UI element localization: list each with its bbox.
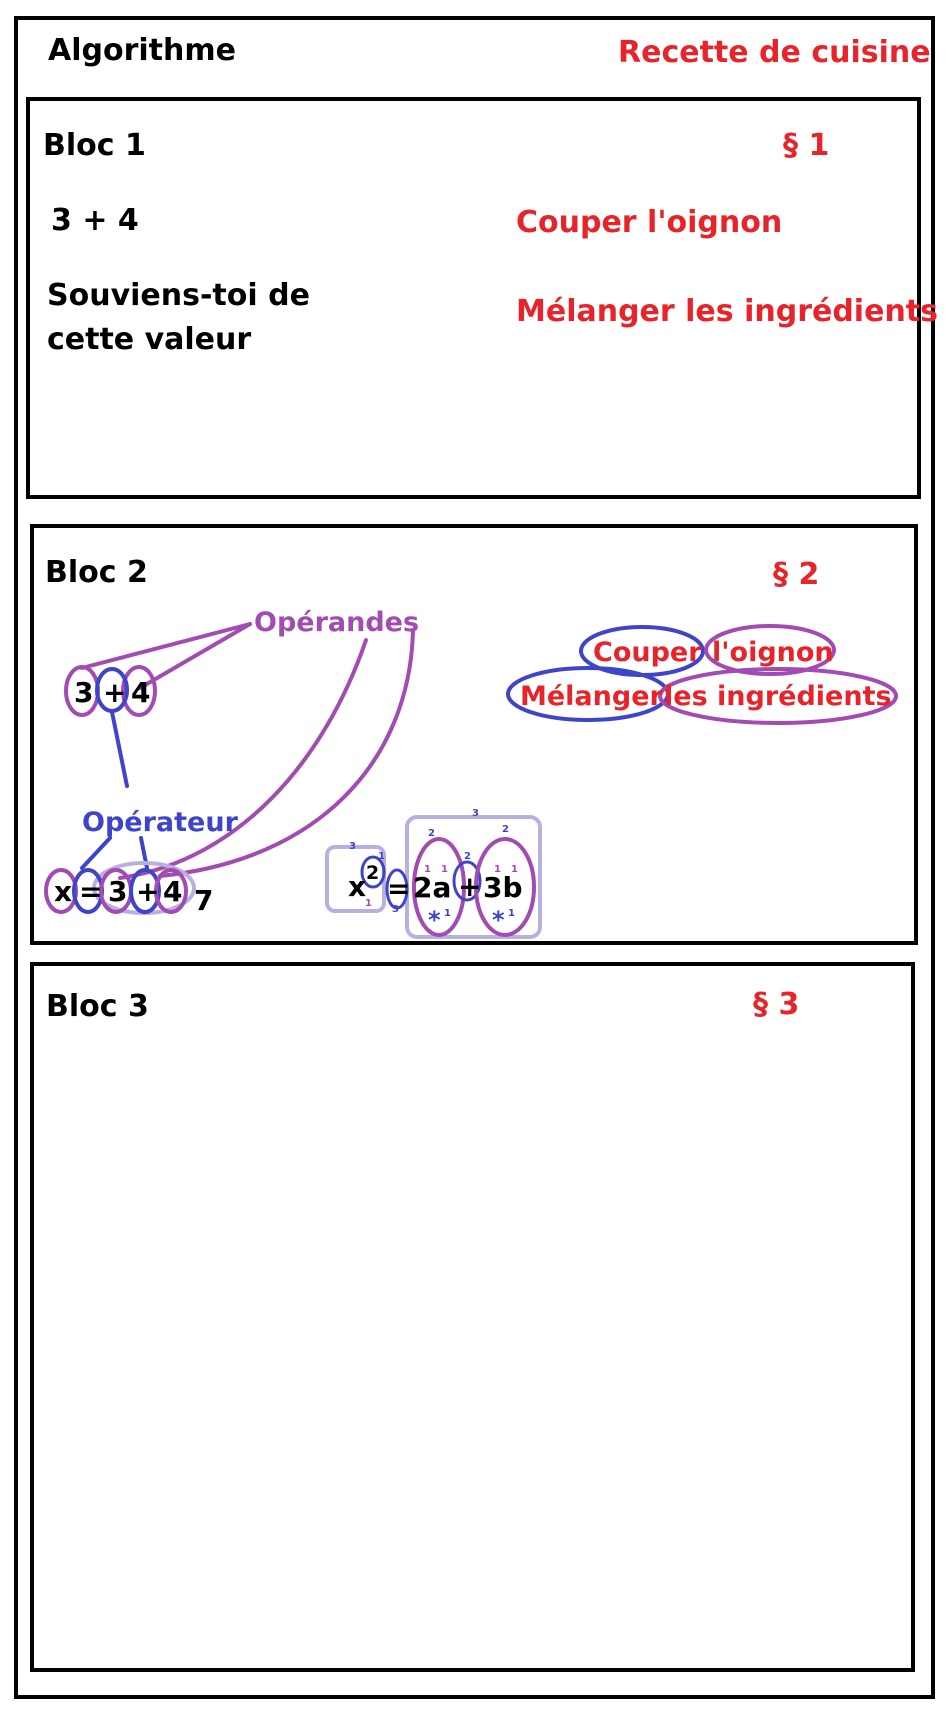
bloc1-recipe-step2: Mélanger les ingrédients bbox=[516, 294, 938, 329]
header-algorithme: Algorithme bbox=[48, 33, 236, 68]
bloc2-title: Bloc 2 bbox=[45, 555, 148, 590]
bloc3-title: Bloc 3 bbox=[46, 989, 149, 1024]
bloc2-paragraph: § 2 bbox=[773, 557, 820, 592]
bloc3-frame bbox=[30, 962, 915, 1672]
bloc3-paragraph: § 3 bbox=[753, 987, 800, 1022]
bloc1-recipe-step1: Couper l'oignon bbox=[516, 205, 783, 240]
bloc1-instruction: Souviens-toi de cette valeur bbox=[47, 278, 310, 357]
bloc1-paragraph: § 1 bbox=[783, 128, 830, 163]
header-recette: Recette de cuisine bbox=[618, 35, 931, 70]
bloc1-expression: 3 + 4 bbox=[51, 203, 139, 238]
bloc1-title: Bloc 1 bbox=[43, 128, 146, 163]
